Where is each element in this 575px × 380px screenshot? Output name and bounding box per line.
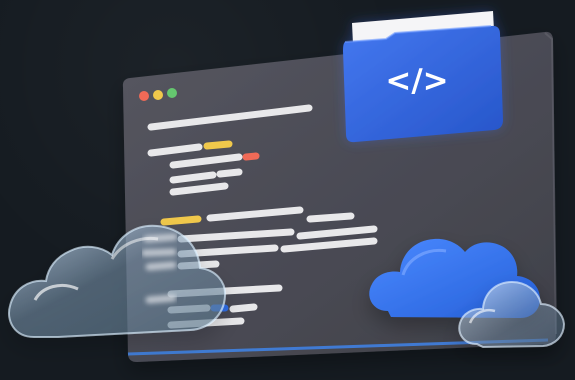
folder-code-icon: </> [343,11,503,143]
code-line [216,168,243,178]
code-line-accent [160,215,202,226]
code-line-accent [203,140,233,150]
code-line-accent [242,152,260,161]
code-line [306,212,355,223]
minimize-dot-icon [153,90,163,100]
code-symbol-text: </> [385,63,448,99]
maximize-dot-icon [167,88,177,98]
code-line [169,171,217,184]
code-line [229,303,258,313]
close-dot-icon [139,91,149,101]
illustration-scene: </> [0,0,575,380]
code-window-illustration: </> [8,11,566,363]
